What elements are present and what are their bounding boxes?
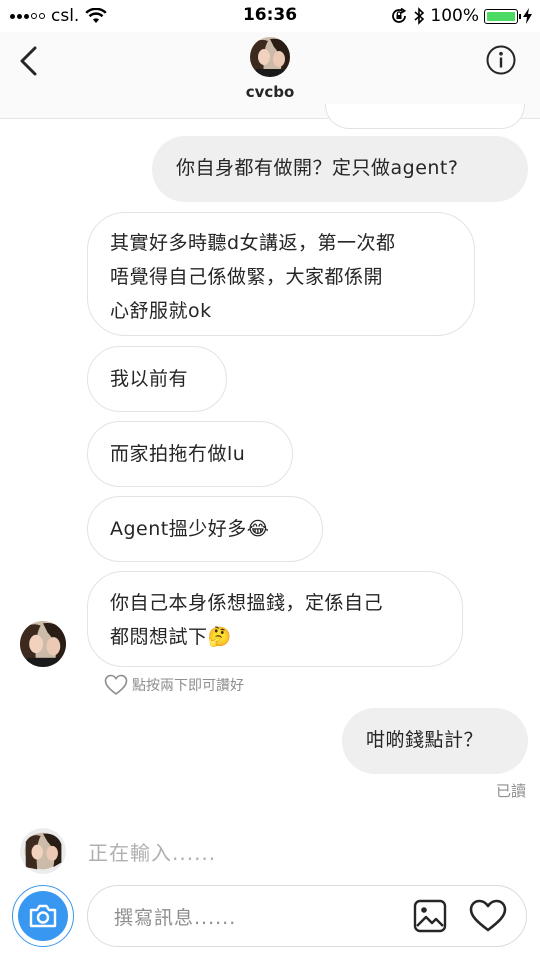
gallery-icon[interactable]: [413, 899, 447, 933]
camera-button[interactable]: [12, 885, 74, 947]
message-line: 你自己本身係想搵錢，定係自己: [110, 592, 384, 614]
message-text: 我以前有: [110, 368, 189, 390]
heart-icon[interactable]: [469, 899, 507, 933]
message-bubble-incoming[interactable]: 我以前有: [87, 346, 227, 412]
double-tap-like-hint: 點按兩下即可讚好: [104, 674, 244, 696]
message-bubble-incoming[interactable]: Agent搵少好多😂: [87, 496, 323, 562]
message-text: 你自身都有做開？定只做agent?: [176, 157, 459, 179]
message-input-placeholder: 撰寫訊息......: [114, 907, 237, 929]
message-text: 而家拍拖冇做lu: [110, 443, 246, 465]
message-text: Agent搵少好多: [110, 518, 247, 540]
orientation-lock-icon: [392, 7, 407, 23]
message-input[interactable]: 撰寫訊息......: [87, 885, 527, 947]
sender-avatar[interactable]: [20, 621, 66, 667]
message-bubble-incoming[interactable]: 而家拍拖冇做lu: [87, 421, 293, 487]
laughing-emoji: 😂: [246, 518, 270, 540]
message-line: 都悶想試下🤔: [110, 626, 232, 648]
message-text: 咁啲錢點計？: [366, 729, 484, 751]
thinking-emoji: 🤔: [207, 626, 232, 648]
typing-indicator: 正在輸入......: [88, 841, 217, 865]
back-arrow-icon[interactable]: [16, 44, 42, 78]
message-bubble-incoming[interactable]: 你自己本身係想搵錢，定係自己 都悶想試下🤔: [87, 571, 463, 667]
message-line: 心舒服就ok: [110, 300, 212, 322]
contact-username[interactable]: cvcbo: [0, 83, 540, 101]
message-bubble-incoming[interactable]: 其實好多時聽d女講返，第一次都 唔覺得自己係做緊，大家都係開 心舒服就ok: [87, 212, 475, 336]
status-bar: csl. 16:36 100%: [0, 0, 540, 32]
message-bubble-outgoing[interactable]: 咁啲錢點計？: [342, 708, 528, 774]
battery-fill: [487, 11, 515, 21]
bluetooth-icon: [414, 7, 425, 25]
info-icon[interactable]: [486, 45, 516, 75]
heart-outline-icon: [104, 674, 128, 696]
read-receipt: 已讀: [495, 782, 526, 800]
message-bubble-outgoing[interactable]: 你自身都有做開？定只做agent?: [152, 136, 528, 202]
battery-icon: [484, 8, 521, 24]
typing-avatar: [20, 828, 66, 874]
message-line: 唔覺得自己係做緊，大家都係開: [110, 266, 384, 288]
contact-avatar[interactable]: [250, 37, 290, 77]
camera-icon: [18, 891, 68, 941]
like-hint-text: 點按兩下即可讚好: [132, 678, 244, 694]
message-line: 其實好多時聽d女講返，第一次都: [110, 232, 396, 254]
previous-message-bubble: [325, 104, 525, 129]
charging-icon: [523, 8, 532, 24]
battery-percentage: 100%: [430, 6, 479, 26]
status-right: 100%: [390, 6, 532, 26]
